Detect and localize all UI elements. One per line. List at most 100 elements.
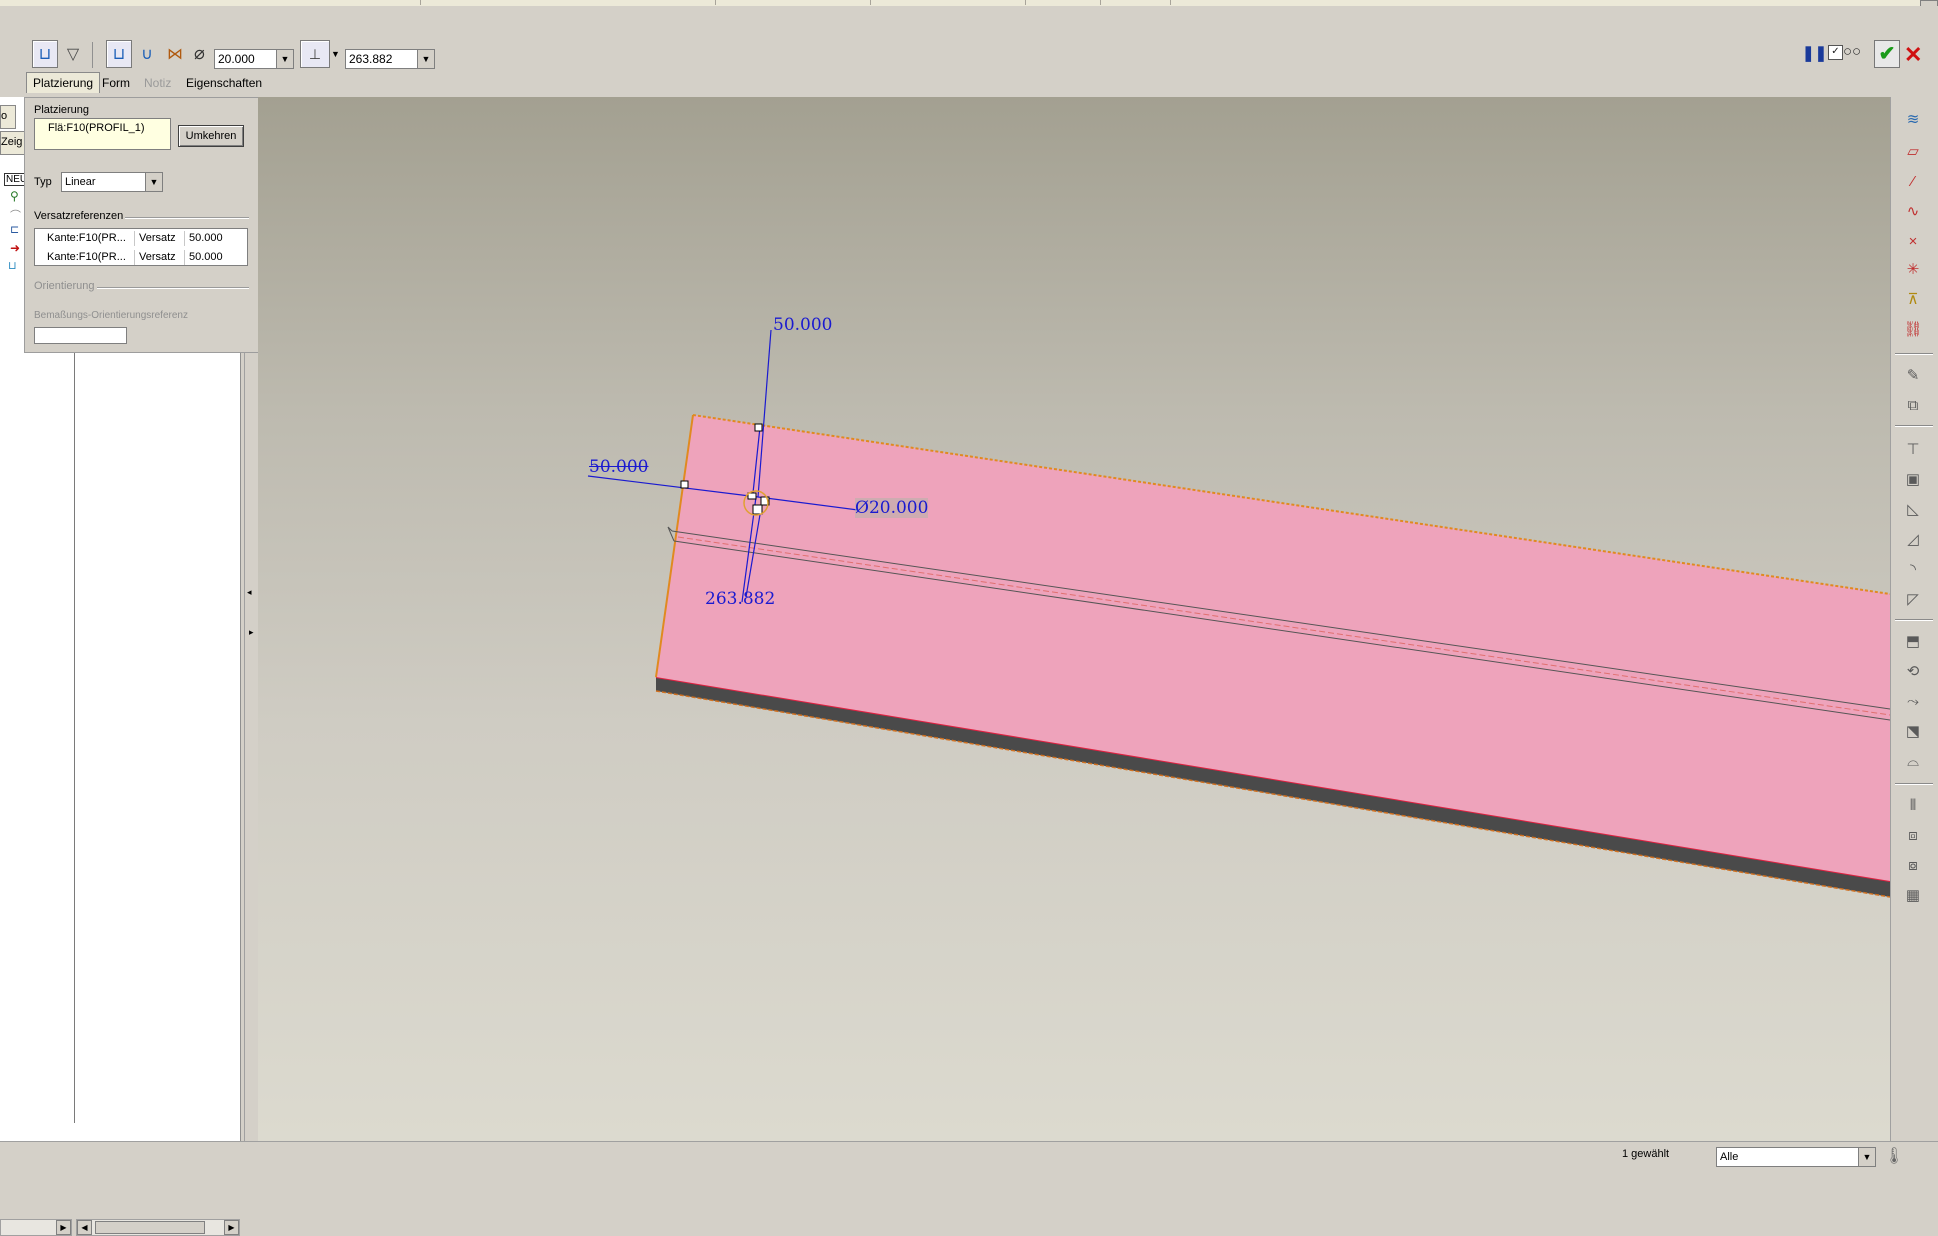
diameter-combo[interactable]: 20.000 ▼ <box>214 49 294 69</box>
extrude-tool-icon[interactable]: ⬒ <box>1901 629 1925 653</box>
table-row[interactable]: Kante:F10(PR... Versatz 50.000 <box>35 230 247 247</box>
straight-hole-button[interactable]: ⊔ <box>32 40 58 68</box>
merge-tool-icon[interactable]: ⧈ <box>1901 823 1925 847</box>
top-strip-segment <box>715 0 871 5</box>
tab-eigenschaften[interactable]: Eigenschaften <box>180 73 268 93</box>
dim-orientation-collector[interactable] <box>34 327 127 344</box>
round-tool-icon[interactable]: ◝ <box>1901 557 1925 581</box>
dim-offset-top[interactable]: 50.000 <box>773 315 832 335</box>
tree-csys-icon[interactable]: ⊏ <box>10 223 19 236</box>
depth-option-dropdown-icon[interactable]: ▼ <box>331 49 340 59</box>
flip-button[interactable]: Umkehren <box>178 125 244 147</box>
depth-blind-icon: ⊥ <box>308 45 322 62</box>
offset-kind-cell[interactable]: Versatz <box>135 250 185 265</box>
top-strip-segment <box>870 0 1026 5</box>
draft-tool-icon[interactable]: ◿ <box>1901 527 1925 551</box>
datum-display-icon[interactable]: ≋ <box>1901 107 1925 131</box>
diameter-value: 20.000 <box>868 498 929 518</box>
dim-diameter[interactable]: Ø20.000 <box>855 498 929 518</box>
type-label: Typ <box>34 176 52 188</box>
status-bar: 1 gewählt Alle ▼ 🌡 <box>0 1141 1938 1171</box>
tab-platzierung[interactable]: Platzierung <box>26 72 101 93</box>
cancel-button[interactable]: ✕ <box>1904 42 1922 68</box>
chevron-down-icon[interactable]: ▼ <box>417 50 434 68</box>
glasses-icon[interactable]: ○○ <box>1843 43 1861 60</box>
chevron-down-icon[interactable]: ▼ <box>1858 1148 1875 1166</box>
toolbar-separator <box>1895 425 1933 427</box>
graphics-viewport[interactable]: 50.000 50.000 Ø20.000 263.882 <box>258 97 1890 1141</box>
pause-icon[interactable]: ❚❚ <box>1802 44 1827 62</box>
revolve-tool-icon[interactable]: ⟲ <box>1901 659 1925 683</box>
standard-profile-button[interactable]: ∪ <box>134 40 160 68</box>
chevron-down-icon[interactable]: ▼ <box>276 50 293 68</box>
mirror-tool-icon[interactable]: ⫴ <box>1901 793 1925 817</box>
chevron-down-icon[interactable]: ▼ <box>145 173 162 191</box>
depth-option-button[interactable]: ⊥ <box>300 40 330 68</box>
dim-depth[interactable]: 263.882 <box>705 589 775 609</box>
collapse-left-icon[interactable]: ◂ <box>247 587 252 598</box>
thermometer-icon: 🌡 <box>1884 1148 1905 1165</box>
offset-ref-cell[interactable]: Kante:F10(PR... <box>35 231 135 246</box>
part-top-face[interactable] <box>656 415 1890 881</box>
primary-reference-collector[interactable]: Flä:F10(PROFIL_1) <box>34 118 171 150</box>
tree-hscroll-left[interactable]: ▶ <box>0 1219 72 1236</box>
scroll-right-arrow-icon[interactable]: ▶ <box>56 1220 71 1235</box>
pattern-tool-icon[interactable]: ▦ <box>1901 883 1925 907</box>
simple-profile-icon: ⊔ <box>112 46 126 63</box>
drag-handle[interactable] <box>680 480 689 489</box>
tree-show-tab-fragment[interactable]: Zeig <box>0 131 26 155</box>
drag-handle[interactable] <box>754 423 763 432</box>
blend-tool-icon[interactable]: ⬔ <box>1901 719 1925 743</box>
datum-plane-icon[interactable]: ▱ <box>1901 139 1925 163</box>
scroll-right-arrow-icon[interactable]: ▶ <box>224 1220 239 1235</box>
datum-curve-icon[interactable]: ∿ <box>1901 199 1925 223</box>
chamfer-tool-icon[interactable]: ◸ <box>1901 587 1925 611</box>
preview-checkbox[interactable]: ✓ <box>1828 45 1843 60</box>
type-select[interactable]: Linear ▼ <box>61 172 163 192</box>
sketch-icon[interactable]: ✎ <box>1901 363 1925 387</box>
tree-hole-icon[interactable]: ⊔ <box>8 259 17 272</box>
model-canvas[interactable] <box>258 97 1890 1141</box>
depth-combo[interactable]: 263.882 ▼ <box>345 49 435 69</box>
simple-profile-button[interactable]: ⊔ <box>106 40 132 68</box>
toolbar-separator <box>1895 353 1933 355</box>
standard-hole-button[interactable]: ▽ <box>60 40 86 68</box>
sketch-tools-icon[interactable]: ⧉ <box>1901 393 1925 417</box>
placement-section-title: Platzierung <box>34 104 90 116</box>
selection-count: 1 gewählt <box>1622 1148 1670 1160</box>
expand-right-icon[interactable]: ▸ <box>249 627 254 638</box>
coordinate-system-icon[interactable]: ✳ <box>1901 257 1925 281</box>
drag-handle[interactable] <box>752 504 763 515</box>
sketch-profile-button[interactable]: ⋈ <box>162 40 188 68</box>
offset-kind-cell[interactable]: Versatz <box>135 231 185 246</box>
selection-filter-select[interactable]: Alle ▼ <box>1716 1147 1876 1167</box>
tab-notiz: Notiz <box>144 76 172 90</box>
tab-form[interactable]: Form <box>96 73 136 93</box>
offset-value-cell[interactable]: 50.000 <box>185 250 247 265</box>
offset-references-table[interactable]: Kante:F10(PR... Versatz 50.000 Kante:F10… <box>34 228 248 266</box>
rib-tool-icon[interactable]: ◺ <box>1901 497 1925 521</box>
datum-axis-icon[interactable]: ⁄ <box>1901 169 1925 193</box>
hole-tool-icon[interactable]: ⊤ <box>1901 437 1925 461</box>
dim-offset-left[interactable]: 50.000 <box>589 457 648 477</box>
u-profile-icon: ∪ <box>141 46 153 63</box>
offset-value-cell[interactable]: 50.000 <box>185 231 247 246</box>
link-icon[interactable]: ⛓ <box>1901 317 1925 341</box>
apply-button[interactable]: ✔ <box>1874 40 1900 68</box>
datum-point-icon[interactable]: × <box>1901 229 1925 253</box>
tree-feature-icon[interactable]: ⚲ <box>10 189 19 203</box>
trim-tool-icon[interactable]: ⧇ <box>1901 853 1925 877</box>
insert-here-arrow-icon[interactable]: ➜ <box>10 241 20 255</box>
sweep-tool-icon[interactable]: ⤳ <box>1901 689 1925 713</box>
offset-ref-cell[interactable]: Kante:F10(PR... <box>35 250 135 265</box>
analysis-icon[interactable]: ⊼ <box>1901 287 1925 311</box>
scroll-left-arrow-icon[interactable]: ◀ <box>77 1220 92 1235</box>
shell-tool-icon[interactable]: ▣ <box>1901 467 1925 491</box>
table-row[interactable]: Kante:F10(PR... Versatz 50.000 <box>35 249 247 266</box>
tree-hscroll-right[interactable]: ◀ ▶ <box>76 1219 240 1236</box>
section-separator <box>97 287 249 289</box>
tree-datum-icon[interactable]: ⌒ <box>10 207 21 223</box>
tree-tab-fragment[interactable]: o <box>0 105 16 129</box>
boundary-blend-icon[interactable]: ⌓ <box>1901 749 1925 773</box>
scroll-thumb[interactable] <box>95 1221 205 1234</box>
